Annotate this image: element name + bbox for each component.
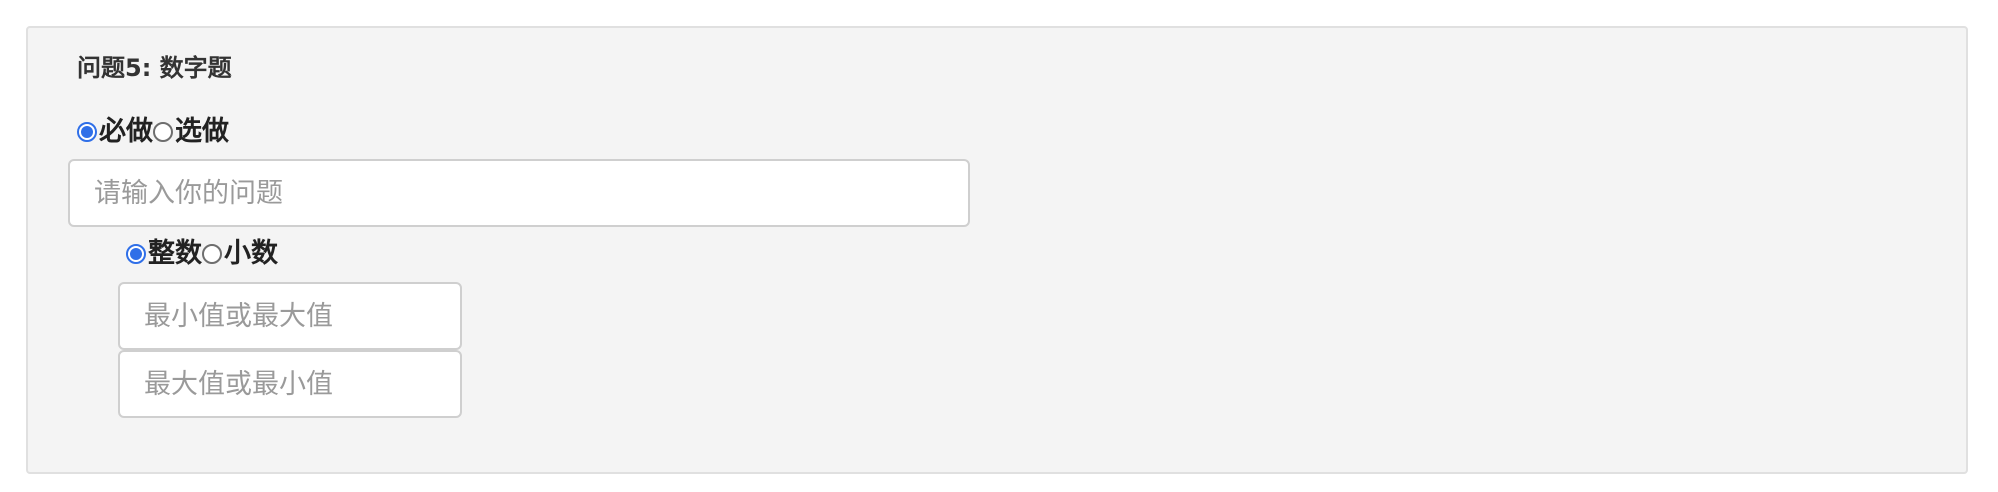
integer-radio[interactable] — [126, 244, 146, 264]
integer-radio-label[interactable]: 整数 — [148, 234, 202, 274]
required-radio-label[interactable]: 必做 — [99, 112, 153, 152]
range-second-input[interactable] — [118, 350, 462, 418]
decimal-radio[interactable] — [202, 244, 222, 264]
requirement-radio-group: 必做 选做 — [77, 112, 229, 152]
question-text-input[interactable] — [68, 159, 970, 227]
number-type-radio-group: 整数 小数 — [126, 234, 278, 274]
range-first-input[interactable] — [118, 282, 462, 350]
question-card: 问题5: 数字题 必做 选做 整数 小数 — [26, 26, 1968, 474]
decimal-radio-label[interactable]: 小数 — [224, 234, 278, 274]
required-radio[interactable] — [77, 122, 97, 142]
optional-radio-label[interactable]: 选做 — [175, 112, 229, 152]
question-title: 问题5: 数字题 — [77, 54, 232, 82]
optional-radio[interactable] — [153, 122, 173, 142]
